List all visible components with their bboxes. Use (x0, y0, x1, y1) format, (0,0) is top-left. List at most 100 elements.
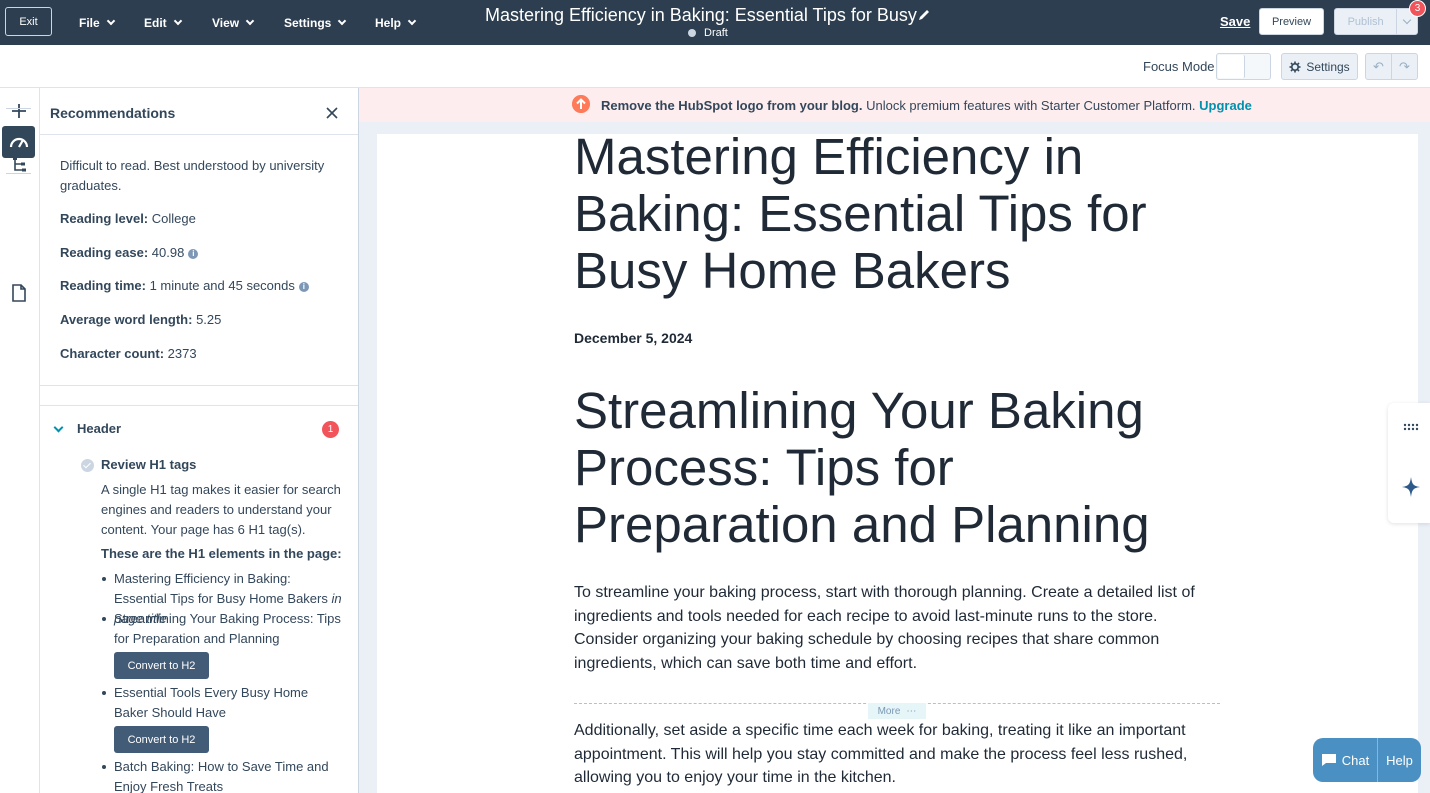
publish-label: Publish (1347, 15, 1384, 28)
page-settings-button[interactable] (2, 277, 35, 309)
help-button[interactable]: Help (1378, 738, 1421, 782)
stat-value: 5.25 (196, 312, 222, 327)
read-more-tag[interactable]: More ⋯ (868, 703, 926, 719)
upgrade-link[interactable]: Upgrade (1199, 98, 1252, 113)
info-icon[interactable]: i (188, 248, 199, 259)
menu-help[interactable]: Help (375, 0, 417, 45)
section-header-toggle[interactable]: Header (77, 421, 121, 436)
info-icon[interactable]: i (298, 281, 309, 292)
rail-divider (6, 108, 31, 109)
character-count: Character count: 2373 (60, 344, 197, 364)
chat-button[interactable]: Chat (1313, 738, 1378, 782)
add-module-button[interactable] (2, 95, 35, 127)
status-indicator: Draft (688, 27, 728, 39)
divider (40, 385, 358, 386)
post-heading[interactable]: Streamlining Your Baking Process: Tips f… (574, 382, 1214, 553)
chevron-down-icon (106, 16, 115, 25)
stat-label: Reading time: (60, 278, 146, 293)
notification-badge[interactable]: 3 (1409, 0, 1426, 17)
banner-message: Remove the HubSpot logo from your blog. … (601, 98, 1252, 113)
gauge-icon (9, 137, 28, 148)
divider (40, 405, 358, 406)
focus-mode-toggle[interactable] (1216, 53, 1271, 80)
recommendation-title: Review H1 tags (101, 457, 197, 472)
menu-settings-label: Settings (284, 15, 332, 30)
menu-view[interactable]: View (212, 0, 255, 45)
chat-bubble-icon (1321, 754, 1336, 766)
convert-to-h2-button[interactable]: Convert to H2 (114, 726, 209, 753)
preview-button[interactable]: Preview (1259, 8, 1324, 35)
chevron-down-icon (407, 16, 417, 25)
stat-label: Reading ease: (60, 245, 149, 260)
ai-sparkle-icon[interactable] (1401, 476, 1421, 498)
readability-summary: Difficult to read. Best understood by un… (60, 158, 325, 193)
exit-button[interactable]: Exit (5, 7, 52, 36)
menu-help-label: Help (375, 15, 402, 30)
tree-structure-icon (12, 157, 26, 172)
settings-button[interactable]: Settings (1281, 53, 1358, 80)
bullet (102, 691, 106, 695)
optimize-button[interactable] (2, 126, 35, 158)
undo-icon[interactable]: ↶ (1366, 54, 1391, 79)
stat-value: 1 minute and 45 seconds (149, 278, 295, 293)
status-label: Draft (704, 27, 728, 39)
menu-settings[interactable]: Settings (284, 0, 347, 45)
undo-redo-group: ↶ ↷ (1365, 53, 1418, 80)
h1-list-heading: These are the H1 elements in the page: (101, 546, 342, 561)
status-dot (688, 29, 696, 37)
recommendation-description: A single H1 tag makes it easier for sear… (101, 482, 341, 537)
list-item: Streamlining Your Baking Process: Tips f… (102, 609, 342, 649)
post-paragraph[interactable]: Additionally, set aside a specific time … (574, 719, 1224, 790)
menu-file[interactable]: File (79, 0, 115, 45)
recommendations-panel: Recommendations Difficult to read. Best … (40, 88, 359, 793)
menu-edit-label: Edit (144, 15, 167, 30)
pencil-icon[interactable] (917, 8, 931, 22)
divider (40, 134, 358, 135)
chevron-down-icon[interactable] (53, 422, 64, 433)
reading-time: Reading time: 1 minute and 45 seconds i (60, 276, 309, 296)
banner-text: Unlock premium features with Starter Cus… (866, 98, 1196, 113)
focus-mode-label: Focus Mode (1143, 59, 1215, 74)
rail-divider (6, 173, 31, 174)
h1-text: Essential Tools Every Busy Home Baker Sh… (114, 685, 309, 720)
more-label: More (877, 705, 901, 717)
ellipsis-icon: ⋯ (906, 705, 917, 717)
floating-tools (1388, 403, 1430, 523)
list-item: Essential Tools Every Busy Home Baker Sh… (102, 683, 342, 723)
menu-view-label: View (212, 15, 240, 30)
bullet (102, 617, 106, 621)
chevron-down-icon (173, 16, 182, 25)
plus-icon (11, 104, 26, 118)
convert-to-h2-button[interactable]: Convert to H2 (114, 652, 209, 679)
banner-bold-text: Remove the HubSpot logo from your blog. (601, 98, 863, 113)
page-icon (11, 284, 26, 302)
publish-button[interactable]: Publish (1334, 8, 1418, 35)
left-icon-rail (0, 88, 40, 793)
stat-value: 2373 (167, 346, 197, 361)
h1-text: Mastering Efficiency in Baking: Essentia… (114, 571, 328, 606)
stat-label: Average word length: (60, 312, 193, 327)
chat-widget[interactable]: Chat Help (1313, 738, 1421, 782)
reading-level: Reading level: College (60, 209, 196, 229)
average-word-length: Average word length: 5.25 (60, 310, 221, 330)
settings-label: Settings (1306, 59, 1350, 74)
save-button[interactable]: Save (1220, 14, 1250, 29)
stat-label: Character count: (60, 346, 165, 361)
redo-icon[interactable]: ↷ (1391, 54, 1417, 79)
issue-count-badge: 1 (322, 421, 339, 438)
chat-label: Chat (1341, 752, 1370, 768)
gear-icon (1289, 61, 1301, 72)
post-paragraph[interactable]: To streamline your baking process, start… (574, 581, 1224, 675)
drag-grid-icon[interactable] (1403, 423, 1420, 431)
stat-value: 40.98 (151, 245, 185, 260)
document-title[interactable]: Mastering Efficiency in Baking: Essentia… (485, 5, 917, 26)
menu-edit[interactable]: Edit (144, 0, 182, 45)
close-icon[interactable] (325, 106, 339, 120)
post-title[interactable]: Mastering Efficiency in Baking: Essentia… (574, 128, 1214, 299)
menu-file-label: File (79, 15, 100, 30)
stat-label: Reading level: (60, 211, 149, 226)
chevron-down-icon (245, 16, 255, 25)
toggle-knob (1218, 55, 1245, 78)
stat-value: College (151, 211, 196, 226)
chevron-down-icon (1402, 15, 1412, 25)
